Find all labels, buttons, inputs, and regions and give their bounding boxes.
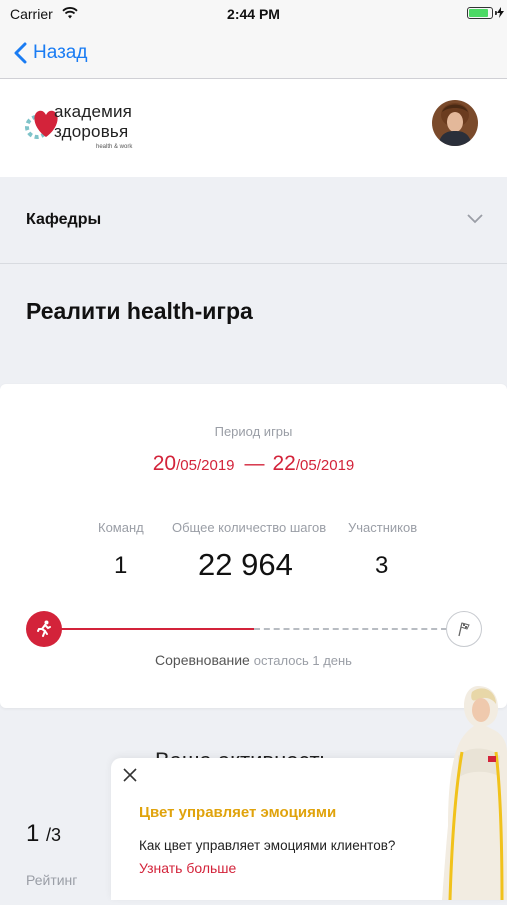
learn-more-link[interactable]: Узнать больше xyxy=(139,860,236,876)
competition-label: Соревнование xyxy=(155,652,250,668)
period-label: Период игры xyxy=(214,424,293,439)
end-day: 22 xyxy=(272,452,296,475)
date-separator: — xyxy=(244,453,265,475)
academy-logo[interactable]: академия здоровья health & work xyxy=(24,101,164,157)
promo-title: Цвет управляет эмоциями xyxy=(139,804,337,821)
avatar[interactable] xyxy=(432,100,478,146)
app-header: академия здоровья health & work xyxy=(0,79,507,177)
rank-value: 1 /3 xyxy=(26,820,61,848)
progress-bar-remaining xyxy=(254,628,447,630)
participants-label: Участников xyxy=(348,520,418,535)
back-button[interactable]: Назад xyxy=(14,40,87,66)
competition-status: Соревнование осталось 1 день xyxy=(0,652,507,668)
start-day: 20 xyxy=(152,452,177,475)
progress-bar-fill xyxy=(44,628,254,630)
chevron-left-icon xyxy=(14,42,27,64)
period-dates: 20/05/2019 — 22/05/2019 xyxy=(0,452,507,476)
end-month-year: /05/2019 xyxy=(295,457,355,474)
finish-flag-icon xyxy=(446,611,482,647)
logo-text-line1: академия xyxy=(54,102,133,121)
rank-total: /3 xyxy=(46,825,62,845)
clock: 2:44 PM xyxy=(227,6,280,22)
chevron-down-icon xyxy=(467,211,483,229)
rank-label: Рейтинг xyxy=(26,872,78,888)
runner-icon xyxy=(26,611,62,647)
promo-figure-image xyxy=(438,686,507,901)
teams-value: 1 xyxy=(114,552,128,579)
teams-label: Команд xyxy=(98,520,144,535)
page-title: Реалити health-игра xyxy=(26,298,253,324)
participants-value: 3 xyxy=(375,552,389,579)
back-label: Назад xyxy=(33,42,88,63)
battery-icon xyxy=(467,7,497,19)
status-bar: Carrier 2:44 PM xyxy=(0,0,507,28)
promo-text: Как цвет управляет эмоциями клиентов? xyxy=(139,838,396,853)
navigation-bar: Назад xyxy=(0,28,507,79)
close-icon[interactable] xyxy=(121,766,139,784)
game-card: Период игры 20/05/2019 — 22/05/2019 Команд… xyxy=(0,384,507,708)
time-remaining: осталось 1 день xyxy=(253,653,352,668)
charging-icon xyxy=(497,5,504,23)
departments-label: Кафедры xyxy=(26,211,102,228)
steps-label: Общее количество шагов xyxy=(172,520,327,535)
departments-dropdown[interactable]: Кафедры xyxy=(0,178,507,264)
logo-text-line2: здоровья xyxy=(54,122,129,141)
logo-subtitle: health & work xyxy=(96,144,133,150)
start-month-year: /05/2019 xyxy=(176,457,235,474)
rank-position: 1 xyxy=(26,820,40,847)
steps-value: 22 964 xyxy=(198,547,293,582)
